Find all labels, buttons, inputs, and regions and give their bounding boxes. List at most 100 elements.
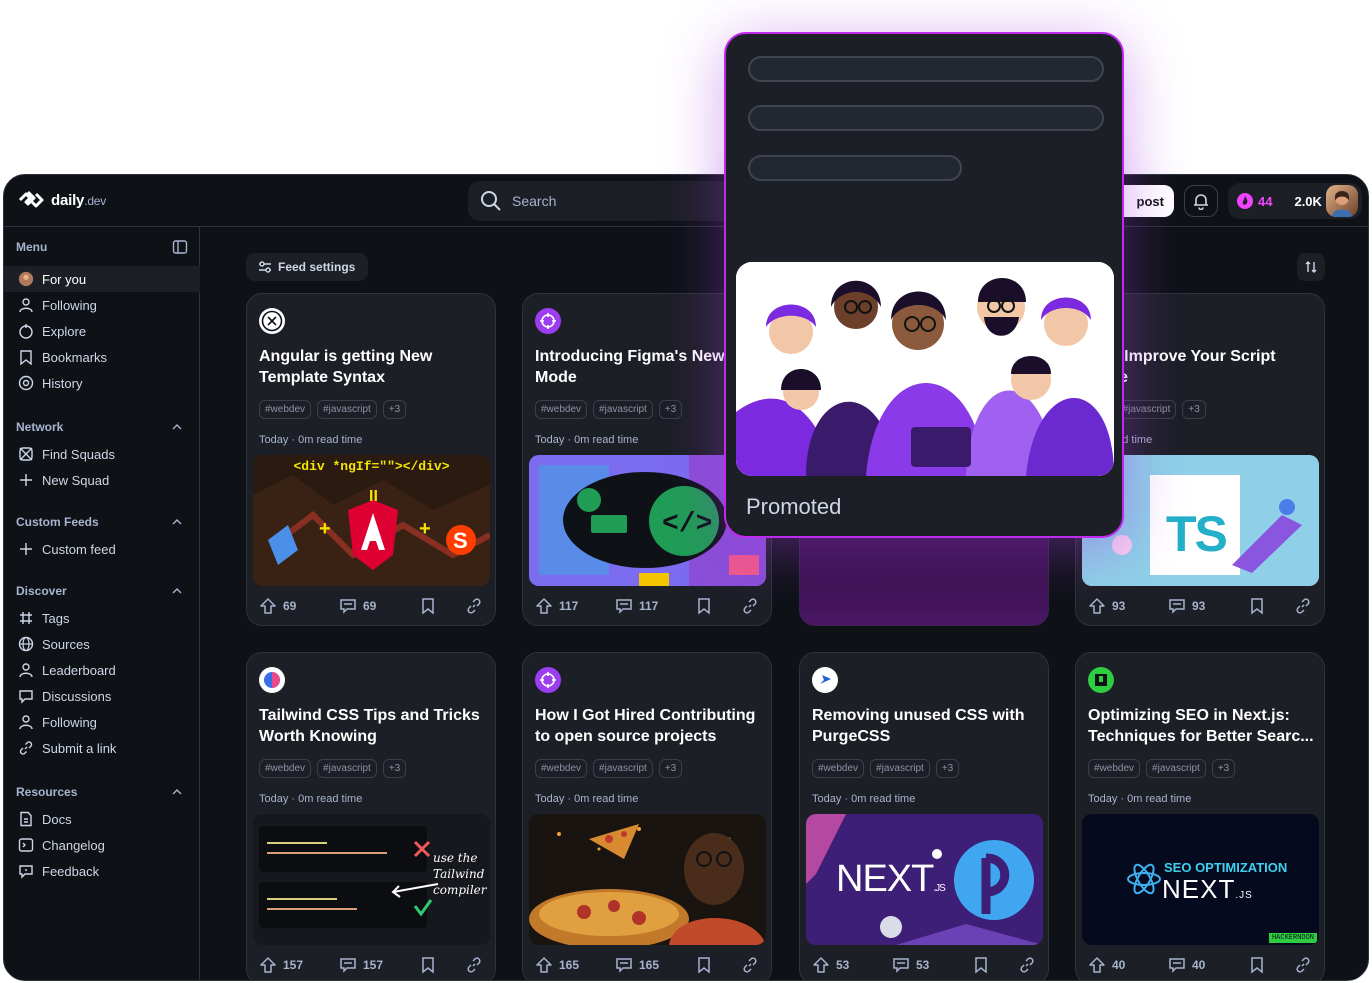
tag-chip[interactable]: +3: [382, 759, 407, 778]
upvote-button[interactable]: 117: [535, 597, 615, 615]
post-thumbnail[interactable]: use the Tailwind compiler: [253, 814, 490, 945]
tag-chip[interactable]: #javascript: [1116, 400, 1177, 419]
post-title[interactable]: Tailwind CSS Tips and Tricks Worth Knowi…: [259, 705, 487, 747]
copy-link-button[interactable]: [741, 956, 759, 974]
sidebar-item-explore[interactable]: Explore: [4, 318, 200, 344]
source-avatar[interactable]: [535, 667, 561, 693]
tag-chip[interactable]: #webdev: [812, 759, 865, 778]
post-title[interactable]: How I Got Hired Contributing to open sou…: [535, 705, 763, 747]
source-avatar[interactable]: [1088, 667, 1114, 693]
comment-button[interactable]: 165: [615, 956, 695, 974]
sidebar-item-bookmarks[interactable]: Bookmarks: [4, 344, 200, 370]
tag-chip[interactable]: #javascript: [870, 759, 930, 778]
tag-chip[interactable]: #javascript: [593, 400, 653, 419]
upvote-button[interactable]: 40: [1088, 956, 1168, 974]
upvote-button[interactable]: 157: [259, 956, 339, 974]
copy-link-button[interactable]: [1018, 956, 1036, 974]
tag-chip[interactable]: +3: [935, 759, 960, 778]
tag-chip[interactable]: #javascript: [317, 400, 377, 419]
tag-chip[interactable]: #webdev: [259, 400, 312, 419]
sort-button[interactable]: [1297, 253, 1325, 281]
post-card[interactable]: Optimizing SEO in Next.js: Techniques fo…: [1075, 652, 1325, 980]
upvote-button[interactable]: 165: [535, 956, 615, 974]
post-title[interactable]: Removing unused CSS with PurgeCSS: [812, 705, 1040, 747]
sidebar-item-sources[interactable]: Sources: [4, 631, 200, 657]
source-avatar[interactable]: [535, 308, 561, 334]
copy-link-button[interactable]: [465, 597, 483, 615]
post-thumbnail[interactable]: NEXT.JS: [806, 814, 1043, 945]
collapse-sidebar-icon[interactable]: [172, 239, 188, 255]
sidebar-item-history[interactable]: History: [4, 370, 200, 396]
chevron-up-icon[interactable]: [171, 516, 183, 528]
source-avatar[interactable]: [812, 667, 838, 693]
tag-chip[interactable]: +3: [658, 759, 683, 778]
comment-button[interactable]: 93: [1168, 597, 1248, 615]
source-avatar[interactable]: [259, 667, 285, 693]
sidebar-item-discover-following[interactable]: Following: [4, 709, 200, 735]
profile-button[interactable]: 44 2.0K: [1228, 183, 1362, 219]
sidebar-item-new-squad[interactable]: New Squad: [4, 467, 200, 493]
post-thumbnail[interactable]: SEO OPTIMIZATION NEXT.JS HACKERNOON: [1082, 814, 1319, 945]
avatar[interactable]: [1326, 185, 1358, 217]
search-bar[interactable]: Search: [468, 181, 768, 221]
sidebar-item-docs[interactable]: Docs: [4, 806, 200, 832]
source-avatar[interactable]: [259, 308, 285, 334]
tag-chip[interactable]: #webdev: [535, 400, 588, 419]
copy-link-button[interactable]: [1294, 597, 1312, 615]
tag-chip[interactable]: #javascript: [1146, 759, 1206, 778]
tag-chip[interactable]: #webdev: [259, 759, 312, 778]
promoted-image[interactable]: [736, 262, 1114, 476]
feed-settings-button[interactable]: Feed settings: [246, 253, 368, 281]
chevron-up-icon[interactable]: [171, 585, 183, 597]
comment-button[interactable]: 157: [339, 956, 419, 974]
sidebar-item-find-squads[interactable]: Find Squads: [4, 441, 200, 467]
sidebar-item-discussions[interactable]: Discussions: [4, 683, 200, 709]
post-card[interactable]: How I Got Hired Contributing to open sou…: [522, 652, 772, 980]
notifications-button[interactable]: [1184, 185, 1218, 217]
sidebar-item-following[interactable]: Following: [4, 292, 200, 318]
sidebar-item-leaderboard[interactable]: Leaderboard: [4, 657, 200, 683]
bookmark-button[interactable]: [1248, 956, 1294, 974]
logo[interactable]: daily.dev: [17, 189, 106, 211]
tag-chip[interactable]: +3: [1182, 400, 1206, 419]
chevron-up-icon[interactable]: [171, 786, 183, 798]
sidebar-item-for-you[interactable]: For you: [4, 266, 200, 292]
post-card[interactable]: Tailwind CSS Tips and Tricks Worth Knowi…: [246, 652, 496, 980]
bookmark-button[interactable]: [695, 597, 741, 615]
sidebar-item-tags[interactable]: Tags: [4, 605, 200, 631]
copy-link-button[interactable]: [465, 956, 483, 974]
comment-button[interactable]: 40: [1168, 956, 1248, 974]
bookmark-button[interactable]: [1248, 597, 1294, 615]
sidebar-item-changelog[interactable]: Changelog: [4, 832, 200, 858]
bookmark-button[interactable]: [695, 956, 741, 974]
post-card[interactable]: Removing unused CSS with PurgeCSS #webde…: [799, 652, 1049, 980]
comment-button[interactable]: 117: [615, 597, 695, 615]
bookmark-button[interactable]: [972, 956, 1018, 974]
tag-chip[interactable]: +3: [382, 400, 407, 419]
sidebar-item-custom-feed[interactable]: Custom feed: [4, 536, 200, 562]
chevron-up-icon[interactable]: [171, 421, 183, 433]
copy-link-button[interactable]: [741, 597, 759, 615]
comment-button[interactable]: 53: [892, 956, 972, 974]
tag-chip[interactable]: #webdev: [535, 759, 588, 778]
upvote-button[interactable]: 93: [1088, 597, 1168, 615]
tag-chip[interactable]: #webdev: [1088, 759, 1141, 778]
tag-chip[interactable]: +3: [658, 400, 683, 419]
post-thumbnail[interactable]: + + S II <div *ngIf=""></div>: [253, 455, 490, 586]
post-card[interactable]: Angular is getting New Template Syntax #…: [246, 293, 496, 626]
tag-chip[interactable]: #javascript: [593, 759, 653, 778]
promoted-card[interactable]: Promoted: [724, 32, 1124, 538]
copy-link-button[interactable]: [1294, 956, 1312, 974]
sidebar-item-feedback[interactable]: Feedback: [4, 858, 200, 884]
tag-chip[interactable]: +3: [1211, 759, 1236, 778]
post-title[interactable]: Optimizing SEO in Next.js: Techniques fo…: [1088, 705, 1316, 747]
post-thumbnail[interactable]: [529, 814, 766, 945]
upvote-button[interactable]: 69: [259, 597, 339, 615]
comment-button[interactable]: 69: [339, 597, 419, 615]
post-title[interactable]: Angular is getting New Template Syntax: [259, 346, 487, 388]
upvote-button[interactable]: 53: [812, 956, 892, 974]
bookmark-button[interactable]: [419, 597, 465, 615]
tag-chip[interactable]: #javascript: [317, 759, 377, 778]
bookmark-button[interactable]: [419, 956, 465, 974]
sidebar-item-submit-link[interactable]: Submit a link: [4, 735, 200, 761]
